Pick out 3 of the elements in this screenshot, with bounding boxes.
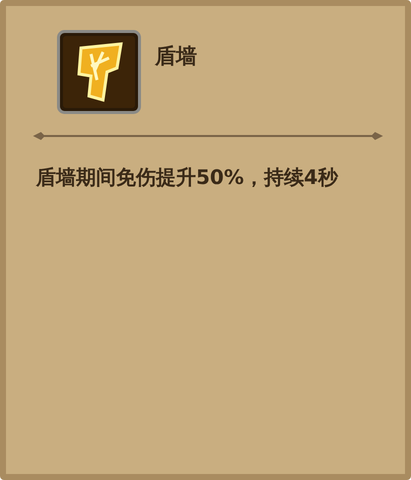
skill-description: 盾墙期间免伤提升50%，持续4秒 (36, 164, 340, 191)
shield-icon (57, 30, 141, 114)
skill-name: 盾墙 (155, 43, 197, 70)
